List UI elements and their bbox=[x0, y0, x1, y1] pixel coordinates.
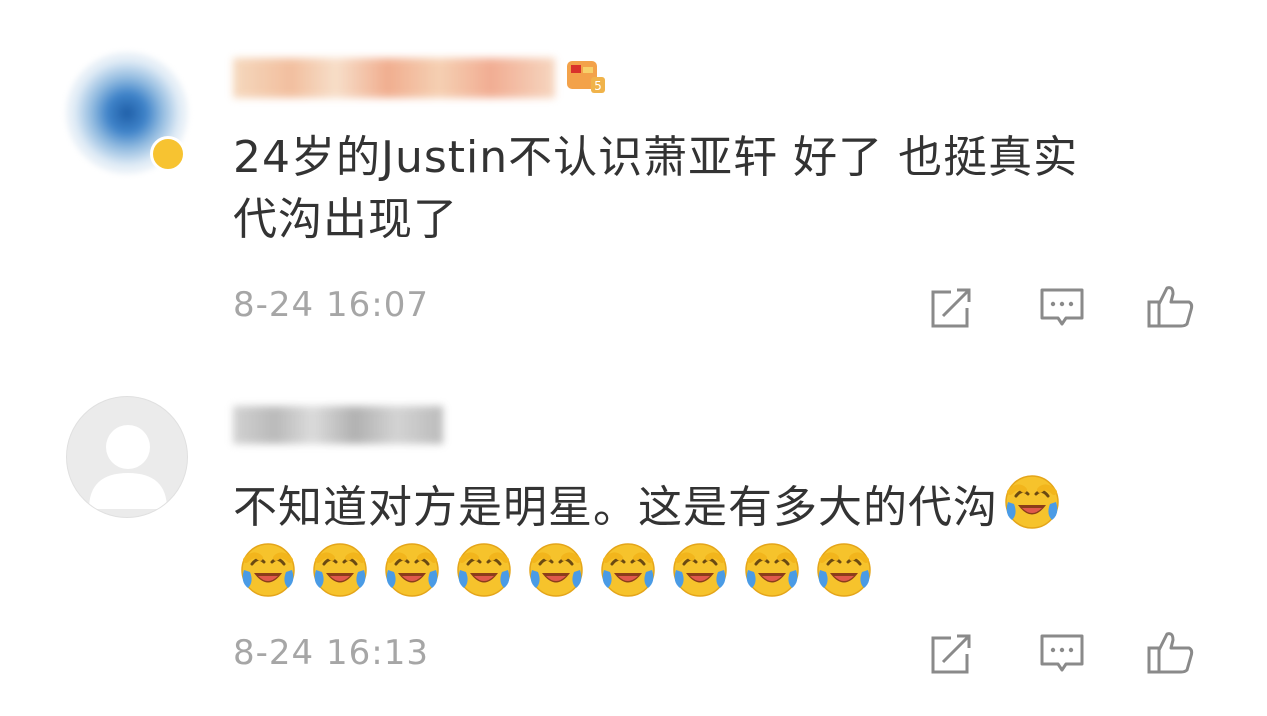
comment-text: 不知道对方是明星。这是有多大的代沟 bbox=[233, 472, 1193, 539]
laugh-cry-emoji bbox=[670, 540, 730, 600]
comment-timestamp: 8-24 16:07 bbox=[233, 285, 429, 325]
thumbs-up-icon bbox=[1147, 632, 1194, 674]
laugh-cry-emoji bbox=[526, 540, 586, 600]
reply-button[interactable] bbox=[1036, 628, 1088, 680]
comment-text-line: 24岁的Justin不认识萧亚轩 好了 也挺真实 bbox=[233, 132, 1079, 183]
rank-badge-icon: 5 bbox=[565, 55, 607, 97]
avatar[interactable] bbox=[66, 396, 188, 518]
emoji-row bbox=[238, 540, 874, 600]
repost-icon bbox=[931, 634, 971, 674]
thumbs-up-icon bbox=[1147, 286, 1194, 328]
username-blur-mask bbox=[233, 58, 555, 98]
comment-text-line: 代沟出现了 bbox=[233, 194, 458, 245]
laugh-cry-emoji bbox=[454, 540, 514, 600]
reply-button[interactable] bbox=[1036, 282, 1088, 334]
laugh-cry-emoji bbox=[742, 540, 802, 600]
repost-button[interactable] bbox=[925, 282, 977, 334]
comment-timestamp: 8-24 16:13 bbox=[233, 633, 429, 673]
username-blurred[interactable] bbox=[233, 406, 443, 446]
username-blurred[interactable] bbox=[233, 58, 555, 98]
comment-icon bbox=[1040, 288, 1084, 326]
avatar[interactable] bbox=[66, 52, 188, 174]
laugh-cry-emoji bbox=[1002, 472, 1062, 532]
vip-badge-icon bbox=[150, 136, 186, 172]
like-button[interactable] bbox=[1145, 626, 1197, 678]
comment-text-line: 不知道对方是明星。这是有多大的代沟 bbox=[233, 482, 998, 533]
username-blur-mask bbox=[233, 406, 443, 444]
default-user-icon bbox=[89, 425, 167, 509]
repost-icon bbox=[931, 288, 971, 328]
laugh-cry-emoji bbox=[238, 540, 298, 600]
rank-level: 5 bbox=[594, 79, 602, 93]
repost-button[interactable] bbox=[925, 628, 977, 680]
like-button[interactable] bbox=[1145, 280, 1197, 332]
laugh-cry-emoji bbox=[310, 540, 370, 600]
laugh-cry-emoji bbox=[814, 540, 874, 600]
comment-text: 24岁的Justin不认识萧亚轩 好了 也挺真实 代沟出现了 bbox=[233, 127, 1193, 251]
laugh-cry-emoji bbox=[598, 540, 658, 600]
laugh-cry-emoji bbox=[382, 540, 442, 600]
rank-badge-graphic: 5 bbox=[567, 61, 605, 93]
comment-icon bbox=[1040, 634, 1084, 672]
avatar-image bbox=[66, 396, 188, 518]
